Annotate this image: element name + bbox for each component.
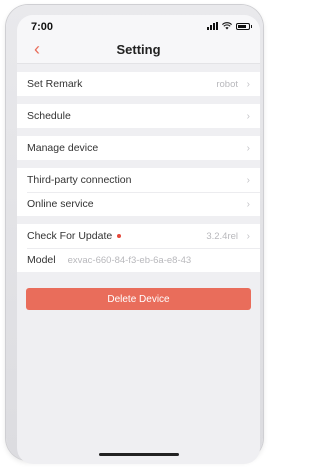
- wifi-icon: [222, 22, 232, 30]
- chevron-right-icon: ›: [246, 174, 250, 186]
- settings-group-manage: Manage device ›: [17, 136, 260, 160]
- online-service-label: Online service: [27, 198, 94, 210]
- chevron-right-icon: ›: [246, 110, 250, 122]
- check-for-update-label-wrap: Check For Update: [27, 230, 206, 242]
- schedule-label: Schedule: [27, 110, 71, 122]
- set-remark-label: Set Remark: [27, 78, 83, 90]
- home-indicator: [98, 453, 179, 456]
- model-value: exvac-660-84-f3-eb-6a-e8-43: [67, 254, 192, 266]
- model-label: Model: [27, 254, 56, 266]
- settings-group-remark: Set Remark robot ›: [17, 72, 260, 96]
- firmware-version-value: 3.2.4rel: [206, 230, 238, 242]
- status-time: 7:00: [31, 21, 54, 33]
- page-title: Setting: [116, 42, 161, 57]
- set-remark-row[interactable]: Set Remark robot ›: [17, 72, 260, 96]
- manage-device-label: Manage device: [27, 142, 99, 154]
- battery-icon: [236, 22, 252, 30]
- status-icons: [207, 22, 252, 30]
- update-available-dot: [117, 234, 122, 239]
- check-for-update-row[interactable]: Check For Update 3.2.4rel ›: [17, 224, 260, 248]
- settings-group-schedule: Schedule ›: [17, 104, 260, 128]
- schedule-row[interactable]: Schedule ›: [17, 104, 260, 128]
- set-remark-value: robot: [216, 78, 238, 90]
- phone-frame: 7:00 ‹ Setting Set Remark robot › Schedu…: [6, 5, 263, 464]
- chevron-right-icon: ›: [246, 78, 250, 90]
- settings-group-services: Third-party connection › Online service …: [17, 168, 260, 216]
- check-for-update-label: Check For Update: [27, 230, 113, 242]
- third-party-connection-row[interactable]: Third-party connection ›: [17, 168, 260, 192]
- chevron-right-icon: ›: [246, 142, 250, 154]
- chevron-right-icon: ›: [246, 230, 250, 242]
- settings-group-device-info: Check For Update 3.2.4rel › Model exvac-…: [17, 224, 260, 272]
- delete-device-button[interactable]: Delete Device: [26, 288, 251, 310]
- model-row: Model exvac-660-84-f3-eb-6a-e8-43: [17, 248, 260, 272]
- status-bar: 7:00: [17, 15, 260, 37]
- manage-device-row[interactable]: Manage device ›: [17, 136, 260, 160]
- signal-icon: [207, 22, 218, 30]
- app-screen: 7:00 ‹ Setting Set Remark robot › Schedu…: [17, 15, 260, 464]
- third-party-connection-label: Third-party connection: [27, 174, 132, 186]
- online-service-row[interactable]: Online service ›: [17, 192, 260, 216]
- chevron-right-icon: ›: [246, 198, 250, 210]
- nav-bar: ‹ Setting: [17, 37, 260, 64]
